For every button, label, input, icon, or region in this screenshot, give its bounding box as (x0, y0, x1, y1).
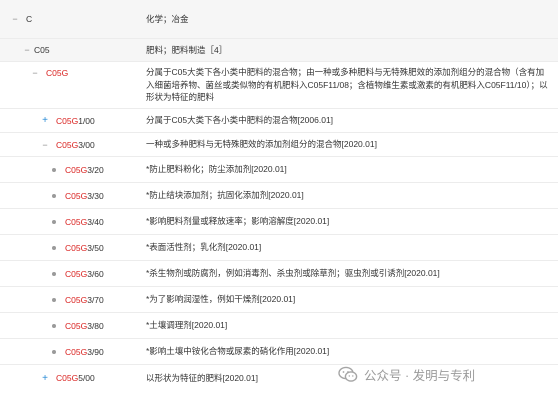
class-code[interactable]: C05G3/70 (65, 295, 104, 305)
collapse-icon[interactable]: − (22, 45, 32, 55)
class-description: 化学；冶金 (146, 13, 189, 24)
class-description: *为了影响润湿性，例如干燥剂[2020.01] (146, 294, 296, 305)
class-description: *表面活性剂；乳化剂[2020.01] (146, 242, 262, 253)
tree-row-c05g-3-90[interactable]: C05G3/90 *影响土壤中铵化合物或尿素的硝化作用[2020.01] (0, 339, 558, 365)
expand-icon[interactable]: + (40, 115, 50, 126)
class-description: 分属于C05大类下各小类中肥料的混合物；由一种或多种肥料与无特殊肥效的添加剂组分… (146, 67, 548, 103)
class-code[interactable]: C05 (34, 45, 50, 55)
class-code[interactable]: C05G3/00 (56, 140, 95, 150)
class-code[interactable]: C05G3/80 (65, 321, 104, 331)
class-description: *影响肥料剂量或释放速率；影响溶解度[2020.01] (146, 216, 330, 227)
bullet-icon (52, 219, 56, 224)
tree-row-c05g-3-00[interactable]: − C05G3/00 一种或多种肥料与无特殊肥效的添加剂组分的混合物[2020.… (0, 133, 558, 157)
class-code[interactable]: C05G3/50 (65, 243, 104, 253)
bullet-icon (52, 323, 56, 328)
class-description: *防止结块添加剂；抗固化添加剂[2020.01] (146, 190, 304, 201)
class-description: *防止肥料粉化；防尘添加剂[2020.01] (146, 164, 287, 175)
collapse-icon[interactable]: − (30, 68, 40, 78)
class-code[interactable]: C05G1/00 (56, 116, 95, 126)
class-code[interactable]: C05G3/40 (65, 217, 104, 227)
tree-row-c05g[interactable]: − C05G 分属于C05大类下各小类中肥料的混合物；由一种或多种肥料与无特殊肥… (0, 62, 558, 109)
tree-row-c05g-3-60[interactable]: C05G3/60 *杀生物剂或防腐剂，例如消毒剂、杀虫剂或除草剂；驱虫剂或引诱剂… (0, 261, 558, 287)
class-code[interactable]: C05G3/90 (65, 347, 104, 357)
watermark-text: 公众号 · 发明与专利 (364, 368, 476, 383)
class-description: *影响土壤中铵化合物或尿素的硝化作用[2020.01] (146, 346, 330, 357)
bullet-icon (52, 245, 56, 250)
bullet-icon (52, 271, 56, 276)
class-code[interactable]: C05G (46, 68, 68, 78)
class-code[interactable]: C05G3/30 (65, 191, 104, 201)
collapse-icon[interactable]: − (10, 14, 20, 24)
collapse-icon[interactable]: − (40, 140, 50, 150)
expand-icon[interactable]: + (40, 373, 50, 384)
watermark: 公众号 · 发明与专利 (338, 363, 475, 385)
tree-row-c05g-3-40[interactable]: C05G3/40 *影响肥料剂量或释放速率；影响溶解度[2020.01] (0, 209, 558, 235)
class-description: *土壤调理剂[2020.01] (146, 320, 228, 331)
bullet-icon (52, 297, 56, 302)
class-code[interactable]: C05G3/20 (65, 165, 104, 175)
bullet-icon (52, 167, 56, 172)
class-description: 一种或多种肥料与无特殊肥效的添加剂组分的混合物[2020.01] (146, 139, 377, 150)
tree-row-c[interactable]: − C 化学；冶金 (0, 0, 558, 39)
bullet-icon (52, 193, 56, 198)
wechat-icon (338, 366, 358, 382)
tree-row-c05[interactable]: − C05 肥料；肥料制造［4］ (0, 39, 558, 62)
class-description: 肥料；肥料制造［4］ (146, 44, 228, 55)
bullet-icon (52, 349, 56, 354)
tree-row-c05g-3-20[interactable]: C05G3/20 *防止肥料粉化；防尘添加剂[2020.01] (0, 157, 558, 183)
tree-row-c05g-3-50[interactable]: C05G3/50 *表面活性剂；乳化剂[2020.01] (0, 235, 558, 261)
tree-row-c05g-1-00[interactable]: + C05G1/00 分属于C05大类下各小类中肥料的混合物[2006.01] (0, 109, 558, 133)
class-code[interactable]: C05G3/60 (65, 269, 104, 279)
class-description: *杀生物剂或防腐剂，例如消毒剂、杀虫剂或除草剂；驱虫剂或引诱剂[2020.01] (146, 268, 440, 279)
class-description: 分属于C05大类下各小类中肥料的混合物[2006.01] (146, 115, 334, 126)
tree-row-c05g-3-70[interactable]: C05G3/70 *为了影响润湿性，例如干燥剂[2020.01] (0, 287, 558, 313)
class-code[interactable]: C (26, 14, 32, 24)
class-code[interactable]: C05G5/00 (56, 373, 95, 383)
tree-row-c05g-3-30[interactable]: C05G3/30 *防止结块添加剂；抗固化添加剂[2020.01] (0, 183, 558, 209)
tree-row-c05g-3-80[interactable]: C05G3/80 *土壤调理剂[2020.01] (0, 313, 558, 339)
